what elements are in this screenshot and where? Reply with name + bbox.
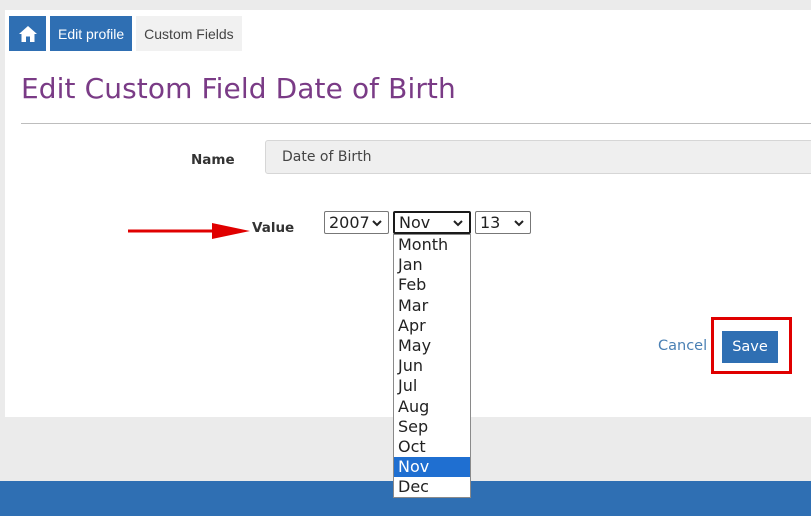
page-title: Edit Custom Field Date of Birth xyxy=(21,72,456,105)
year-select-value: 2007 xyxy=(329,213,370,232)
name-label: Name xyxy=(191,152,235,168)
breadcrumb-edit-profile[interactable]: Edit profile xyxy=(50,16,133,51)
month-dropdown-list: Month Jan Feb Mar Apr May Jun Jul Aug Sep Oct Nov De… xyxy=(393,234,471,498)
home-icon xyxy=(18,25,37,42)
month-option[interactable]: Mar xyxy=(394,296,470,316)
chevron-down-icon xyxy=(453,219,463,226)
cancel-link[interactable]: Cancel xyxy=(658,338,707,354)
title-divider xyxy=(21,123,811,124)
month-option[interactable]: Nov xyxy=(394,457,470,478)
year-select[interactable]: 2007 xyxy=(324,211,389,234)
month-option[interactable]: Oct xyxy=(394,437,470,457)
month-select[interactable]: Nov xyxy=(393,211,471,234)
name-input[interactable] xyxy=(265,140,811,174)
month-option[interactable]: Dec xyxy=(394,477,470,497)
month-option[interactable]: Feb xyxy=(394,275,470,295)
month-option[interactable]: Month xyxy=(394,235,470,255)
breadcrumb-home[interactable] xyxy=(9,16,46,51)
day-select-value: 13 xyxy=(480,213,501,232)
month-option[interactable]: Jul xyxy=(394,376,470,396)
month-option[interactable]: Sep xyxy=(394,417,470,437)
save-button[interactable]: Save xyxy=(722,331,778,363)
month-option[interactable]: Apr xyxy=(394,316,470,336)
month-option[interactable]: Aug xyxy=(394,397,470,417)
red-arrow-annotation xyxy=(128,223,250,239)
month-option[interactable]: Jan xyxy=(394,255,470,275)
breadcrumb: Edit profile Custom Fields xyxy=(9,16,242,51)
month-select-value: Nov xyxy=(399,213,431,232)
month-option[interactable]: May xyxy=(394,336,470,356)
chevron-down-icon xyxy=(372,219,382,226)
breadcrumb-custom-fields[interactable]: Custom Fields xyxy=(136,16,242,51)
day-select[interactable]: 13 xyxy=(475,211,531,234)
chevron-down-icon xyxy=(514,219,524,226)
month-option[interactable]: Jun xyxy=(394,356,470,376)
value-label: Value xyxy=(252,220,295,236)
